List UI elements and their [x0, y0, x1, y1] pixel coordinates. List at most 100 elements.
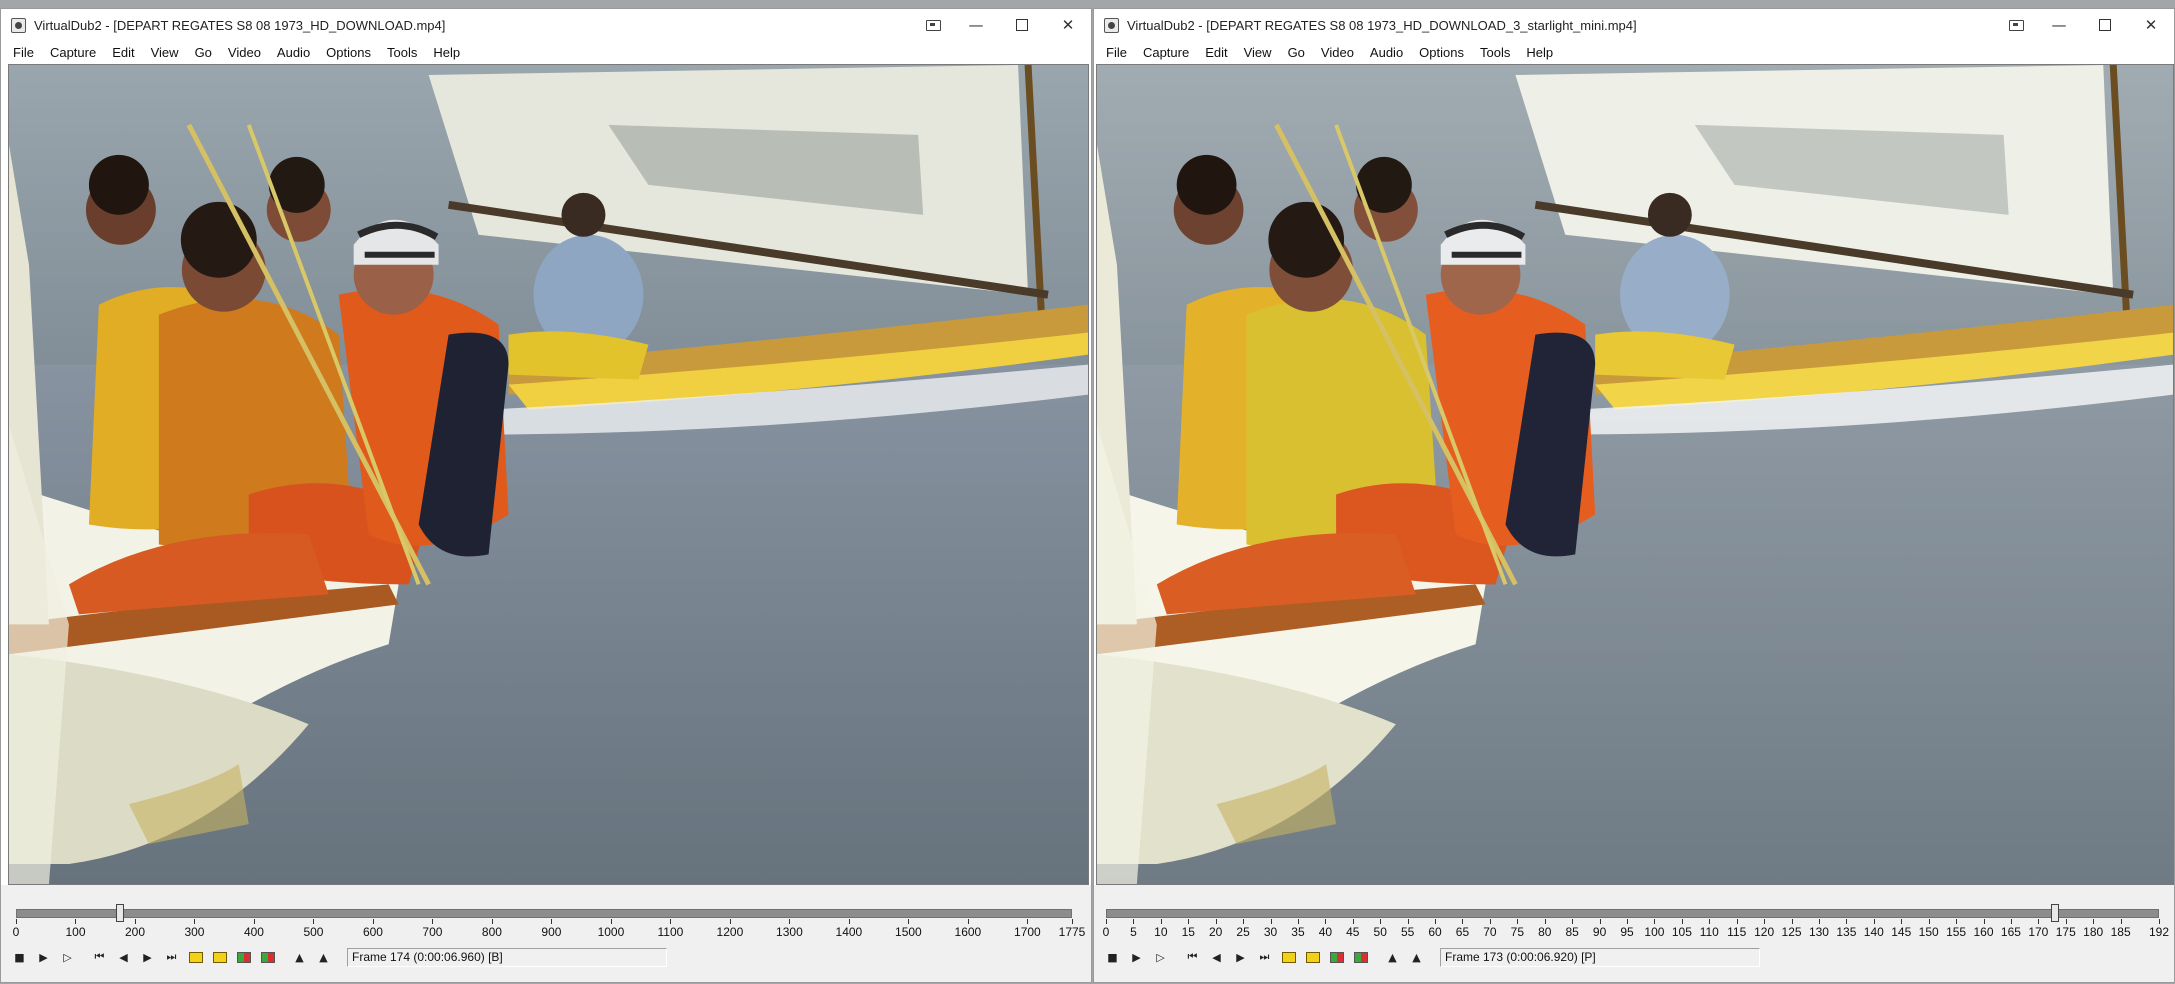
timeline-tick-mark	[1764, 919, 1766, 924]
menu-audio[interactable]: Audio	[1362, 45, 1411, 60]
stop-icon[interactable]: ■	[1102, 947, 1123, 967]
scene-back-icon[interactable]	[233, 947, 254, 967]
timeline-tick-mark	[1736, 919, 1738, 924]
timeline-tick-label: 15	[1181, 925, 1195, 939]
timeline-tick-mark	[1325, 919, 1327, 924]
timeline-tick-mark	[16, 919, 17, 924]
timeline-tick-label: 105	[1671, 925, 1692, 939]
scene-back-icon[interactable]	[1326, 947, 1347, 967]
cast-icon[interactable]	[913, 9, 953, 41]
play-output-icon[interactable]: ▷	[57, 947, 78, 967]
go-end-icon[interactable]: ⏭	[161, 947, 182, 967]
timeline-tick-mark	[848, 919, 850, 924]
timeline-tick-label: 145	[1891, 925, 1912, 939]
mark-in-icon[interactable]: ▲	[1382, 947, 1403, 967]
timeline-track[interactable]	[16, 909, 1072, 918]
menu-edit[interactable]: Edit	[104, 45, 142, 60]
go-end-icon[interactable]: ⏭	[1254, 947, 1275, 967]
timeline-tick-label: 45	[1346, 925, 1360, 939]
menu-options[interactable]: Options	[1411, 45, 1472, 60]
menu-capture[interactable]: Capture	[42, 45, 104, 60]
menu-tools[interactable]: Tools	[379, 45, 425, 60]
menu-file[interactable]: File	[1098, 45, 1135, 60]
menu-bar: File Capture Edit View Go Video Audio Op…	[1, 41, 1091, 64]
menu-capture[interactable]: Capture	[1135, 45, 1197, 60]
timeline-tick-label: 120	[1754, 925, 1775, 939]
timeline-tick-label: 170	[2028, 925, 2049, 939]
video-preview-input[interactable]	[8, 64, 1089, 885]
timeline-tick-mark	[75, 919, 77, 924]
menu-audio[interactable]: Audio	[269, 45, 318, 60]
next-key-icon[interactable]	[1302, 947, 1323, 967]
timeline-tick-label: 1700	[1014, 925, 1041, 939]
go-start-icon[interactable]: ⏮	[1182, 947, 1203, 967]
timeline-tick-label: 1400	[835, 925, 863, 939]
timeline-tick-label: 400	[243, 925, 264, 939]
play-output-icon[interactable]: ▷	[1150, 947, 1171, 967]
prev-frame-icon[interactable]: ◀	[1206, 947, 1227, 967]
timeline-tick-label: 1200	[716, 925, 744, 939]
title-bar[interactable]: VirtualDub2 - [DEPART REGATES S8 08 1973…	[1094, 9, 2174, 41]
play-input-icon[interactable]: ▶	[1126, 947, 1147, 967]
menu-options[interactable]: Options	[318, 45, 379, 60]
timeline-tick-mark	[1873, 919, 1875, 924]
prev-frame-icon[interactable]: ◀	[113, 947, 134, 967]
timeline-tick-label: 900	[541, 925, 562, 939]
timeline-tick-mark	[1435, 919, 1437, 924]
timeline-tick-mark	[1380, 919, 1382, 924]
timeline-tick-mark	[1188, 919, 1190, 924]
timeline-tick-label: 150	[1918, 925, 1939, 939]
menu-file[interactable]: File	[5, 45, 42, 60]
title-bar[interactable]: VirtualDub2 - [DEPART REGATES S8 08 1973…	[1, 9, 1091, 41]
mark-in-icon[interactable]: ▲	[289, 947, 310, 967]
menu-help[interactable]: Help	[1518, 45, 1561, 60]
close-button[interactable]: ✕	[2128, 9, 2174, 41]
menu-edit[interactable]: Edit	[1197, 45, 1235, 60]
play-input-icon[interactable]: ▶	[33, 947, 54, 967]
close-button[interactable]: ✕	[1045, 9, 1091, 41]
timeline-tick-mark	[1572, 919, 1574, 924]
menu-tools[interactable]: Tools	[1472, 45, 1518, 60]
scene-forward-icon[interactable]	[257, 947, 278, 967]
timeline-tick-label: 85	[1565, 925, 1579, 939]
prev-key-icon[interactable]	[185, 947, 206, 967]
menu-video[interactable]: Video	[1313, 45, 1362, 60]
timeline-tick-mark	[2120, 919, 2122, 924]
timeline-tick-label: 0	[1102, 925, 1110, 939]
menu-video[interactable]: Video	[220, 45, 269, 60]
timeline-tick-label: 100	[65, 925, 86, 939]
next-frame-icon[interactable]: ▶	[1230, 947, 1251, 967]
timeline-tick-mark	[1709, 919, 1711, 924]
mark-out-icon[interactable]: ▲	[1406, 947, 1427, 967]
next-key-icon[interactable]	[209, 947, 230, 967]
maximize-button[interactable]	[999, 9, 1045, 41]
minimize-button[interactable]: —	[2036, 9, 2082, 41]
timeline-tick-label: 50	[1373, 925, 1387, 939]
menu-help[interactable]: Help	[425, 45, 468, 60]
maximize-button[interactable]	[2082, 9, 2128, 41]
timeline-track[interactable]	[1106, 909, 2159, 918]
menu-view[interactable]: View	[1236, 45, 1280, 60]
timeline-tick-label: 1100	[657, 925, 684, 939]
menu-go[interactable]: Go	[187, 45, 220, 60]
prev-key-icon[interactable]	[1278, 947, 1299, 967]
timeline-tick-label: 5	[1130, 925, 1137, 939]
timeline-tick-label: 75	[1510, 925, 1525, 939]
scene-forward-icon[interactable]	[1350, 947, 1371, 967]
next-frame-icon[interactable]: ▶	[137, 947, 158, 967]
cast-icon[interactable]	[1996, 9, 2036, 41]
timeline-tick-label: 700	[422, 925, 443, 939]
mark-out-icon[interactable]: ▲	[313, 947, 334, 967]
menu-view[interactable]: View	[143, 45, 187, 60]
timeline-tick-mark	[491, 919, 493, 924]
go-start-icon[interactable]: ⏮	[89, 947, 110, 967]
timeline-tick-mark	[1818, 919, 1820, 924]
video-preview-output[interactable]	[1096, 64, 2174, 885]
menu-go[interactable]: Go	[1280, 45, 1313, 60]
virtualdub-app-icon[interactable]	[1104, 17, 1119, 33]
timeline-tick-mark	[2093, 919, 2095, 924]
window-title: VirtualDub2 - [DEPART REGATES S8 08 1973…	[1127, 17, 1637, 33]
virtualdub-app-icon[interactable]	[11, 17, 26, 33]
stop-icon[interactable]: ■	[9, 947, 30, 967]
minimize-button[interactable]: —	[953, 9, 999, 41]
